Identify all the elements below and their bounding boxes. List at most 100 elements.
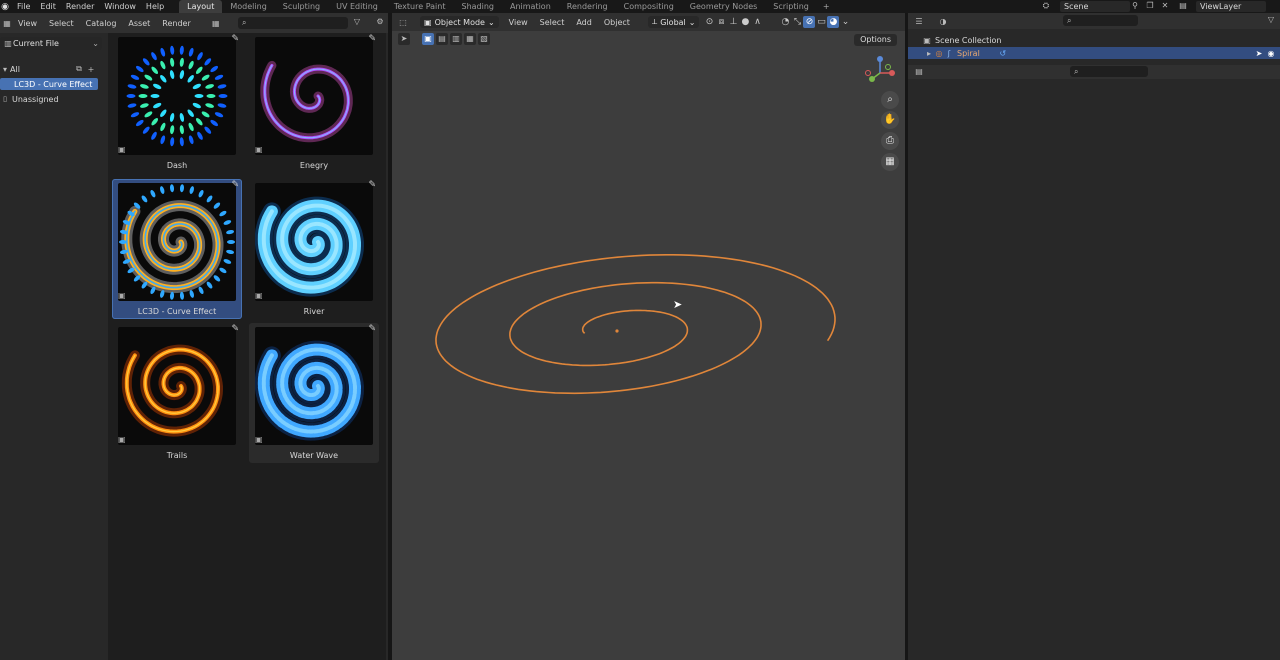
- view-layer-icon[interactable]: ▤: [1178, 1, 1188, 10]
- workspace-tab-modeling[interactable]: Modeling: [222, 0, 274, 13]
- display-mode-icon[interactable]: ◑: [938, 17, 948, 26]
- select-intersect-icon[interactable]: ▧: [478, 33, 490, 45]
- asset-menu-select[interactable]: Select: [43, 19, 80, 28]
- zoom-icon[interactable]: ⌕: [881, 91, 899, 109]
- add-workspace-button[interactable]: +: [817, 2, 836, 11]
- asset-thumbnail: [118, 183, 236, 301]
- editor-type-icon[interactable]: ▤: [914, 67, 924, 76]
- object-origin-point[interactable]: [615, 329, 619, 333]
- outliner: ☰ ◑ ⌕ ▽ ▣ Scene Collection ▸ ◎ ʃ Spiral …: [908, 13, 1280, 660]
- workspace-tab-geometry-nodes[interactable]: Geometry Nodes: [682, 0, 765, 13]
- menu-window[interactable]: Window: [99, 2, 141, 11]
- workspace-tab-layout[interactable]: Layout: [179, 0, 223, 13]
- workspace-tab-scripting[interactable]: Scripting: [765, 0, 817, 13]
- trails-preview-image: [121, 344, 223, 437]
- outliner-header: ☰ ◑ ⌕ ▽: [908, 13, 1280, 29]
- pin-icon[interactable]: ⚲: [1130, 1, 1140, 10]
- asset-type-icon: ▣: [118, 435, 126, 444]
- spiral-curve-path[interactable]: [435, 254, 836, 395]
- camera-icon[interactable]: ⎙: [881, 132, 899, 150]
- select-new-icon[interactable]: ▣: [422, 33, 434, 45]
- workspace-tab-texture-paint[interactable]: Texture Paint: [386, 0, 454, 13]
- asset-tile-water-wave[interactable]: ✎ ▣ Water Wave: [249, 323, 379, 463]
- asset-label: Enegry: [299, 161, 329, 170]
- library-icon: ▥: [4, 39, 12, 48]
- asset-library-select[interactable]: ▥ Current File ⌄: [0, 37, 102, 50]
- filter-icon[interactable]: ▽: [1266, 15, 1276, 24]
- edit-asset-icon[interactable]: ✎: [368, 324, 376, 334]
- add-catalog-icon[interactable]: +: [86, 65, 96, 74]
- select-subtract-icon[interactable]: ▥: [450, 33, 462, 45]
- selectable-icon[interactable]: ➤: [1254, 49, 1264, 58]
- workspace-tab-rendering[interactable]: Rendering: [559, 0, 616, 13]
- select-tool-icon[interactable]: ➤: [398, 33, 410, 45]
- eye-visibility-icon[interactable]: ◉: [1266, 49, 1276, 58]
- asset-browser: ▦ View Select Catalog Asset Render ▦ ⌕ ▽…: [0, 13, 388, 660]
- blender-logo-icon[interactable]: ◉: [0, 2, 10, 12]
- workspace-tab-animation[interactable]: Animation: [502, 0, 559, 13]
- catalog-new-icon[interactable]: ⧉: [74, 64, 84, 74]
- expand-arrow-icon[interactable]: ▾: [0, 65, 10, 74]
- asset-label: LC3D - Curve Effect: [137, 307, 217, 316]
- scene-selector[interactable]: Scene: [1060, 1, 1130, 12]
- modifier-icon: ↺: [999, 48, 1007, 58]
- workspace-tab-uv-editing[interactable]: UV Editing: [328, 0, 386, 13]
- asset-thumbnail: [255, 183, 373, 301]
- options-button[interactable]: Options: [854, 34, 897, 46]
- asset-menu-catalog[interactable]: Catalog: [80, 19, 123, 28]
- asset-menu-view[interactable]: View: [12, 19, 43, 28]
- asset-thumbnail: [118, 37, 236, 155]
- asset-search-input[interactable]: ⌕: [238, 17, 348, 29]
- editor-type-icon[interactable]: ☰: [914, 17, 924, 26]
- menu-help[interactable]: Help: [141, 2, 169, 11]
- 3d-viewport[interactable]: ⬚ ▣ Object Mode ⌄ View Select Add Object…: [392, 13, 905, 660]
- outliner-row-scene-collection[interactable]: ▣ Scene Collection: [908, 34, 1280, 46]
- properties-search-input[interactable]: ⌕: [1070, 66, 1148, 77]
- edit-asset-icon[interactable]: ✎: [231, 324, 239, 334]
- menu-file[interactable]: File: [12, 2, 35, 11]
- workspace-tab-shading[interactable]: Shading: [453, 0, 502, 13]
- asset-tile-enegry[interactable]: ✎ ▣ Enegry: [249, 33, 379, 173]
- view-layer-selector[interactable]: ViewLayer: [1196, 1, 1266, 12]
- asset-tile-dash[interactable]: ✎ ▣ Dash: [112, 33, 242, 173]
- select-invert-icon[interactable]: ▦: [464, 33, 476, 45]
- editor-type-icon[interactable]: ▦: [2, 19, 12, 28]
- asset-tile-lc3d-curve-effect[interactable]: ✎ ▣ LC3D - Curve Effect: [112, 179, 242, 319]
- pan-hand-icon[interactable]: ✋: [881, 111, 899, 129]
- menu-edit[interactable]: Edit: [35, 2, 61, 11]
- asset-label: Water Wave: [289, 451, 339, 460]
- edit-asset-icon[interactable]: ✎: [368, 34, 376, 44]
- new-scene-icon[interactable]: ❐: [1145, 1, 1155, 10]
- catalog-item-all[interactable]: ▾ All ⧉ +: [0, 63, 98, 75]
- asset-tile-river[interactable]: ✎ ▣ River: [249, 179, 379, 319]
- delete-scene-icon[interactable]: ✕: [1160, 1, 1170, 10]
- navigation-gizmo[interactable]: [862, 53, 898, 93]
- asset-library-label: Current File: [13, 39, 59, 48]
- collection-label: Scene Collection: [935, 35, 1002, 45]
- display-mode-icon[interactable]: ▦: [211, 19, 221, 28]
- expand-arrow-icon[interactable]: ▸: [924, 49, 934, 58]
- outliner-row-spiral[interactable]: ▸ ◎ ʃ Spiral ↺ ➤ ◉: [908, 47, 1280, 59]
- catalog-item-lc3d-curve-effect[interactable]: LC3D - Curve Effect: [0, 78, 98, 90]
- edit-asset-icon[interactable]: ✎: [231, 34, 239, 44]
- settings-gear-icon[interactable]: ⚙: [375, 17, 385, 26]
- select-extend-icon[interactable]: ▤: [436, 33, 448, 45]
- grid-ortho-icon[interactable]: ▦: [881, 153, 899, 171]
- asset-menu-render[interactable]: Render: [156, 19, 196, 28]
- catalog-label: Unassigned: [12, 94, 59, 104]
- filter-icon[interactable]: ▽: [352, 17, 362, 26]
- catalog-item-unassigned[interactable]: ▯ Unassigned: [0, 93, 98, 105]
- edit-asset-icon[interactable]: ✎: [231, 180, 239, 190]
- workspace-tab-compositing[interactable]: Compositing: [616, 0, 682, 13]
- menu-render[interactable]: Render: [61, 2, 99, 11]
- spiral-curve-object[interactable]: [392, 13, 905, 660]
- asset-thumbnail: [255, 37, 373, 155]
- catalog-label: LC3D - Curve Effect: [14, 79, 93, 89]
- view-layer-name: ViewLayer: [1200, 2, 1242, 11]
- edit-asset-icon[interactable]: ✎: [368, 180, 376, 190]
- workspace-tab-sculpting[interactable]: Sculpting: [275, 0, 328, 13]
- outliner-search-input[interactable]: ⌕: [1063, 15, 1138, 26]
- asset-tile-trails[interactable]: ✎ ▣ Trails: [112, 323, 242, 463]
- asset-menu-asset[interactable]: Asset: [122, 19, 156, 28]
- scene-icon[interactable]: ⛭: [1041, 1, 1051, 11]
